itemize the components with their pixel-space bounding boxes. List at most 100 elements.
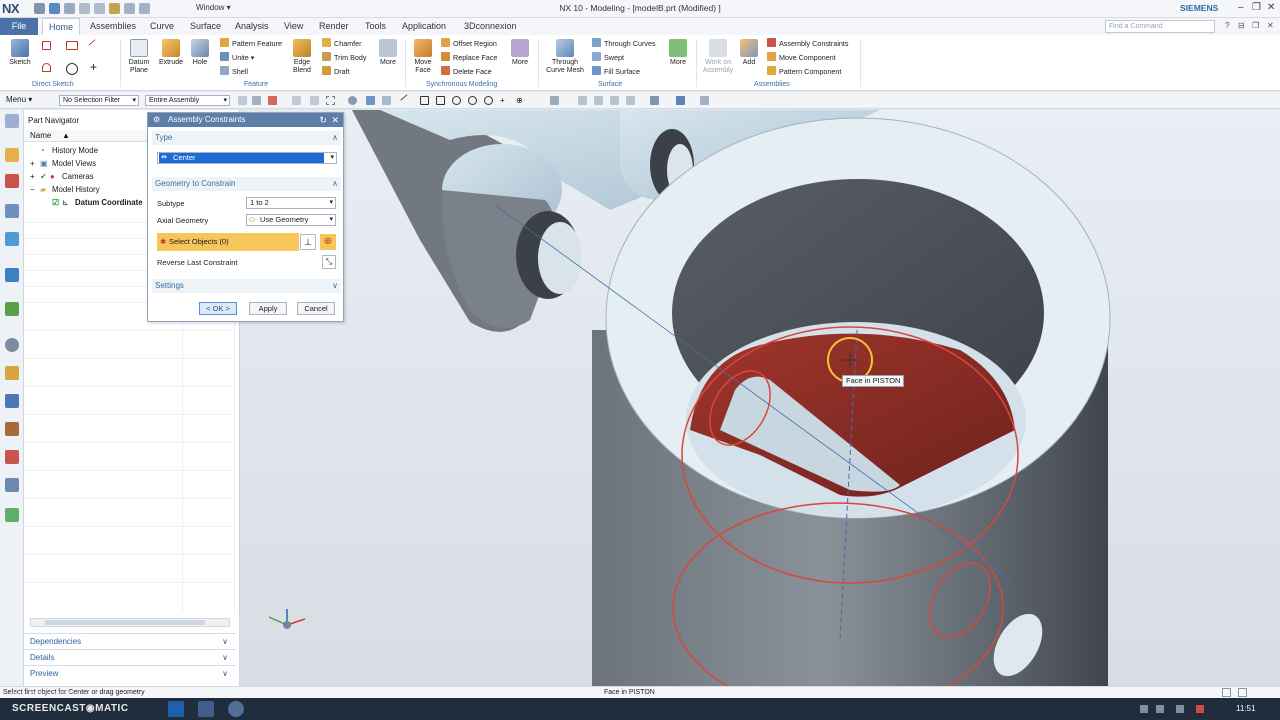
shell-button[interactable]: Shell: [220, 66, 248, 77]
tab-file[interactable]: File: [0, 18, 38, 35]
dialog-title-bar[interactable]: ⚙ Assembly Constraints ↻ ✕: [148, 113, 343, 127]
internet-explorer-icon[interactable]: [5, 302, 19, 316]
fullscreen-icon[interactable]: [1222, 688, 1231, 697]
history-icon[interactable]: [5, 338, 19, 352]
rectangle-icon[interactable]: [66, 41, 78, 50]
rotate-icon[interactable]: [610, 96, 619, 105]
maximize-button[interactable]: ❐: [1252, 2, 1261, 13]
hd3d-tools-icon[interactable]: [5, 232, 19, 246]
tab-home[interactable]: Home: [42, 18, 81, 35]
process-studio-icon[interactable]: [5, 394, 19, 408]
tab-tools[interactable]: Tools: [365, 18, 386, 35]
help-icon[interactable]: ?: [1225, 21, 1229, 30]
point-icon[interactable]: +: [90, 61, 99, 73]
snap-midpoint-icon[interactable]: [436, 96, 445, 105]
through-curves-button[interactable]: Through Curves: [592, 38, 656, 49]
select-objects-row[interactable]: ✱ Select Objects (0): [157, 233, 299, 251]
part-navigator-icon[interactable]: [5, 114, 19, 128]
offset-region-button[interactable]: Offset Region: [441, 38, 497, 49]
move-component-button[interactable]: Move Component: [767, 52, 836, 63]
rectangle-select-icon[interactable]: [326, 96, 335, 105]
fit-icon[interactable]: [578, 96, 587, 105]
pattern-component-button[interactable]: Pattern Component: [767, 66, 841, 77]
pattern-feature-button[interactable]: Pattern Feature: [220, 38, 282, 49]
point-dialog-icon[interactable]: ⊕: [320, 234, 336, 250]
tab-view[interactable]: View: [284, 18, 303, 35]
move-face-button[interactable]: Move Face: [410, 39, 436, 75]
more-surface-button[interactable]: More: [666, 39, 690, 67]
extrude-button[interactable]: Extrude: [156, 39, 186, 67]
datum-plane-button[interactable]: Datum Plane: [124, 39, 154, 75]
expand-icon[interactable]: +: [30, 170, 35, 183]
replace-face-button[interactable]: Replace Face: [441, 52, 497, 63]
more-sync-button[interactable]: More: [508, 39, 532, 67]
restore-icon[interactable]: [1238, 688, 1247, 697]
selection-intent-icon[interactable]: [292, 96, 301, 105]
collapse-icon[interactable]: −: [30, 183, 35, 196]
pan-icon[interactable]: [626, 96, 635, 105]
graphics-window[interactable]: Face in PISTON: [240, 110, 1280, 686]
chamfer-button[interactable]: Chamfer: [322, 38, 362, 49]
snap-line-icon[interactable]: [400, 94, 413, 107]
nx-taskbar-icon[interactable]: [198, 701, 214, 717]
command-search-input[interactable]: Find a Command: [1105, 20, 1215, 33]
fill-surface-button[interactable]: Fill Surface: [592, 66, 640, 77]
model-render[interactable]: [240, 110, 1280, 686]
tab-render[interactable]: Render: [319, 18, 349, 35]
more-feature-button[interactable]: More: [376, 39, 400, 67]
horizontal-scrollbar[interactable]: [30, 618, 230, 627]
reuse-library-icon[interactable]: [5, 204, 19, 218]
upgrade-selection-icon[interactable]: [310, 96, 319, 105]
section-details[interactable]: Details ∨: [24, 649, 236, 664]
profile-icon[interactable]: [42, 41, 51, 50]
apply-button[interactable]: Apply: [249, 302, 287, 315]
section-preview[interactable]: Preview ∨: [24, 665, 236, 680]
tab-curve[interactable]: Curve: [150, 18, 174, 35]
screencast-taskbar-icon[interactable]: [228, 701, 244, 717]
touch-panel-icon[interactable]: [5, 508, 19, 522]
snap-endpoint-icon[interactable]: [420, 96, 429, 105]
tab-application[interactable]: Application: [402, 18, 446, 35]
snap-point-icon[interactable]: [268, 96, 277, 105]
system-materials-icon[interactable]: [5, 366, 19, 380]
section-type[interactable]: Type ∧: [152, 131, 341, 145]
tab-3dconnexion[interactable]: 3Dconnexion: [464, 18, 517, 35]
work-on-assembly-button[interactable]: Work on Assembly: [700, 39, 736, 75]
hole-button[interactable]: Hole: [188, 39, 212, 67]
view-orient-icon[interactable]: [550, 96, 559, 105]
reset-icon[interactable]: ↻: [319, 113, 327, 127]
edit-section-icon[interactable]: [676, 96, 685, 105]
edge-blend-button[interactable]: Edge Blend: [288, 39, 316, 75]
roles-icon[interactable]: [5, 450, 19, 464]
trim-body-button[interactable]: Trim Body: [322, 52, 366, 63]
through-curve-mesh-button[interactable]: Through Curve Mesh: [542, 39, 588, 75]
minimize-button[interactable]: –: [1238, 2, 1244, 13]
type-dropdown[interactable]: ⇹ Center: [157, 152, 337, 164]
wireframe-icon[interactable]: [382, 96, 391, 105]
system-scenes-icon[interactable]: [5, 478, 19, 492]
zoom-icon[interactable]: [594, 96, 603, 105]
section-settings[interactable]: Settings ∨: [152, 279, 341, 293]
unite-button[interactable]: Unite ▾: [220, 52, 254, 63]
manufacturing-wizards-icon[interactable]: [5, 422, 19, 436]
outlook-icon[interactable]: [168, 701, 184, 717]
subtype-dropdown[interactable]: 1 to 2: [246, 197, 336, 209]
section-dependencies[interactable]: Dependencies ∨: [24, 633, 236, 648]
swept-button[interactable]: Swept: [592, 52, 624, 63]
circle-icon[interactable]: [66, 63, 78, 75]
snap-point-on-curve-icon[interactable]: [484, 96, 493, 105]
close-button[interactable]: ✕: [1267, 2, 1275, 13]
snap-center-icon[interactable]: [452, 96, 461, 105]
display-style-icon[interactable]: [650, 96, 659, 105]
ok-button[interactable]: < OK >: [199, 302, 237, 315]
general-selection-icon[interactable]: [252, 96, 261, 105]
tab-analysis[interactable]: Analysis: [235, 18, 269, 35]
add-component-button[interactable]: Add: [738, 39, 760, 67]
restore-window-icon[interactable]: ❐: [1252, 21, 1259, 30]
selection-filter-dropdown[interactable]: No Selection Filter: [59, 95, 139, 106]
close-icon[interactable]: ✕: [331, 113, 339, 127]
assembly-navigator-icon[interactable]: [5, 148, 19, 162]
reverse-constraint-icon[interactable]: ⤡: [322, 255, 336, 269]
tab-surface[interactable]: Surface: [190, 18, 221, 35]
tab-assemblies[interactable]: Assemblies: [90, 18, 136, 35]
